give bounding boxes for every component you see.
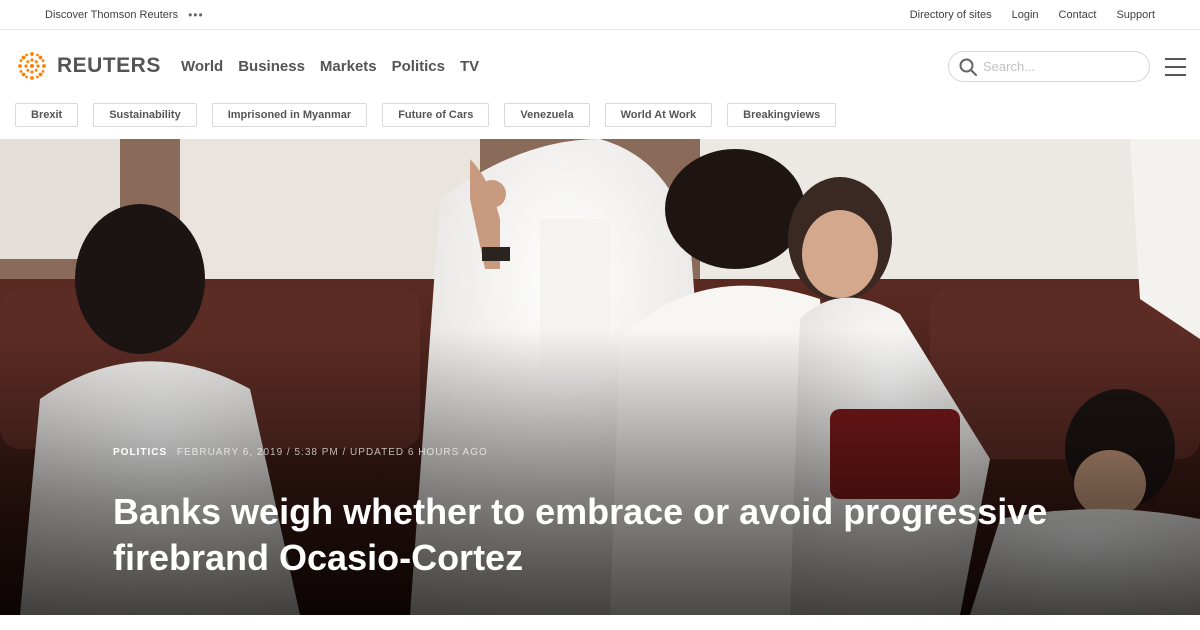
article-headline[interactable]: Banks weigh whether to embrace or avoid … [113,489,1200,581]
article-meta: POLITICS FEBRUARY 6, 2019 / 5:38 PM / UP… [113,447,488,458]
more-dots-icon[interactable]: ••• [188,9,204,21]
reuters-logo-mark-icon [18,52,46,80]
topic-chip-future-of-cars[interactable]: Future of Cars [382,103,490,127]
nav-markets[interactable]: Markets [320,58,377,75]
login-link[interactable]: Login [1012,9,1039,21]
topic-chip-brexit[interactable]: Brexit [15,103,79,127]
hamburger-menu-icon[interactable] [1165,58,1186,76]
topic-chip-world-at-work[interactable]: World At Work [604,103,713,127]
masthead: REUTERS World Business Markets Politics … [0,31,1200,101]
topic-chips: Brexit Sustainability Imprisoned in Myan… [15,103,837,127]
topic-chip-venezuela[interactable]: Venezuela [504,103,590,127]
search-icon[interactable] [959,58,977,76]
nav-politics[interactable]: Politics [392,58,445,75]
discover-label[interactable]: Discover Thomson Reuters [45,9,178,21]
hero-article[interactable]: POLITICS FEBRUARY 6, 2019 / 5:38 PM / UP… [0,139,1200,615]
support-link[interactable]: Support [1116,9,1155,21]
primary-nav: World Business Markets Politics TV [181,58,479,75]
article-dateline: FEBRUARY 6, 2019 / 5:38 PM / UPDATED 6 H… [176,447,488,458]
nav-world[interactable]: World [181,58,223,75]
article-section[interactable]: POLITICS [113,447,167,458]
nav-tv[interactable]: TV [460,58,479,75]
utility-links: Directory of sites Login Contact Support [910,9,1155,21]
contact-link[interactable]: Contact [1059,9,1097,21]
discover-thomson-reuters[interactable]: Discover Thomson Reuters ••• [45,9,204,21]
topic-chip-breakingviews[interactable]: Breakingviews [727,103,837,127]
topic-chip-sustainability[interactable]: Sustainability [93,103,197,127]
search-box[interactable] [948,51,1150,82]
nav-business[interactable]: Business [238,58,305,75]
topic-chip-imprisoned-in-myanmar[interactable]: Imprisoned in Myanmar [211,103,368,127]
logo-wordmark[interactable]: REUTERS [57,54,161,78]
directory-of-sites-link[interactable]: Directory of sites [910,9,992,21]
utility-bar: Discover Thomson Reuters ••• Directory o… [0,0,1200,30]
reuters-logo[interactable]: REUTERS [15,49,161,83]
search-input[interactable] [983,59,1133,74]
